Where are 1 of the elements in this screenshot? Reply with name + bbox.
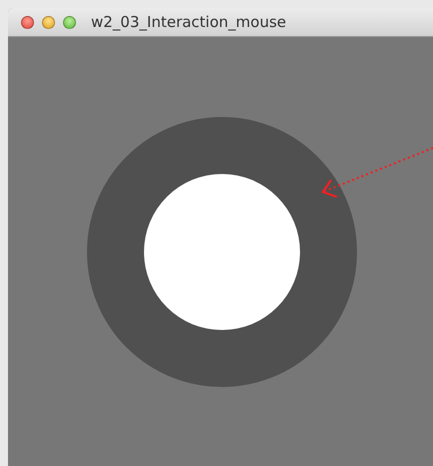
window-title: w2_03_Interaction_mouse xyxy=(91,13,286,31)
